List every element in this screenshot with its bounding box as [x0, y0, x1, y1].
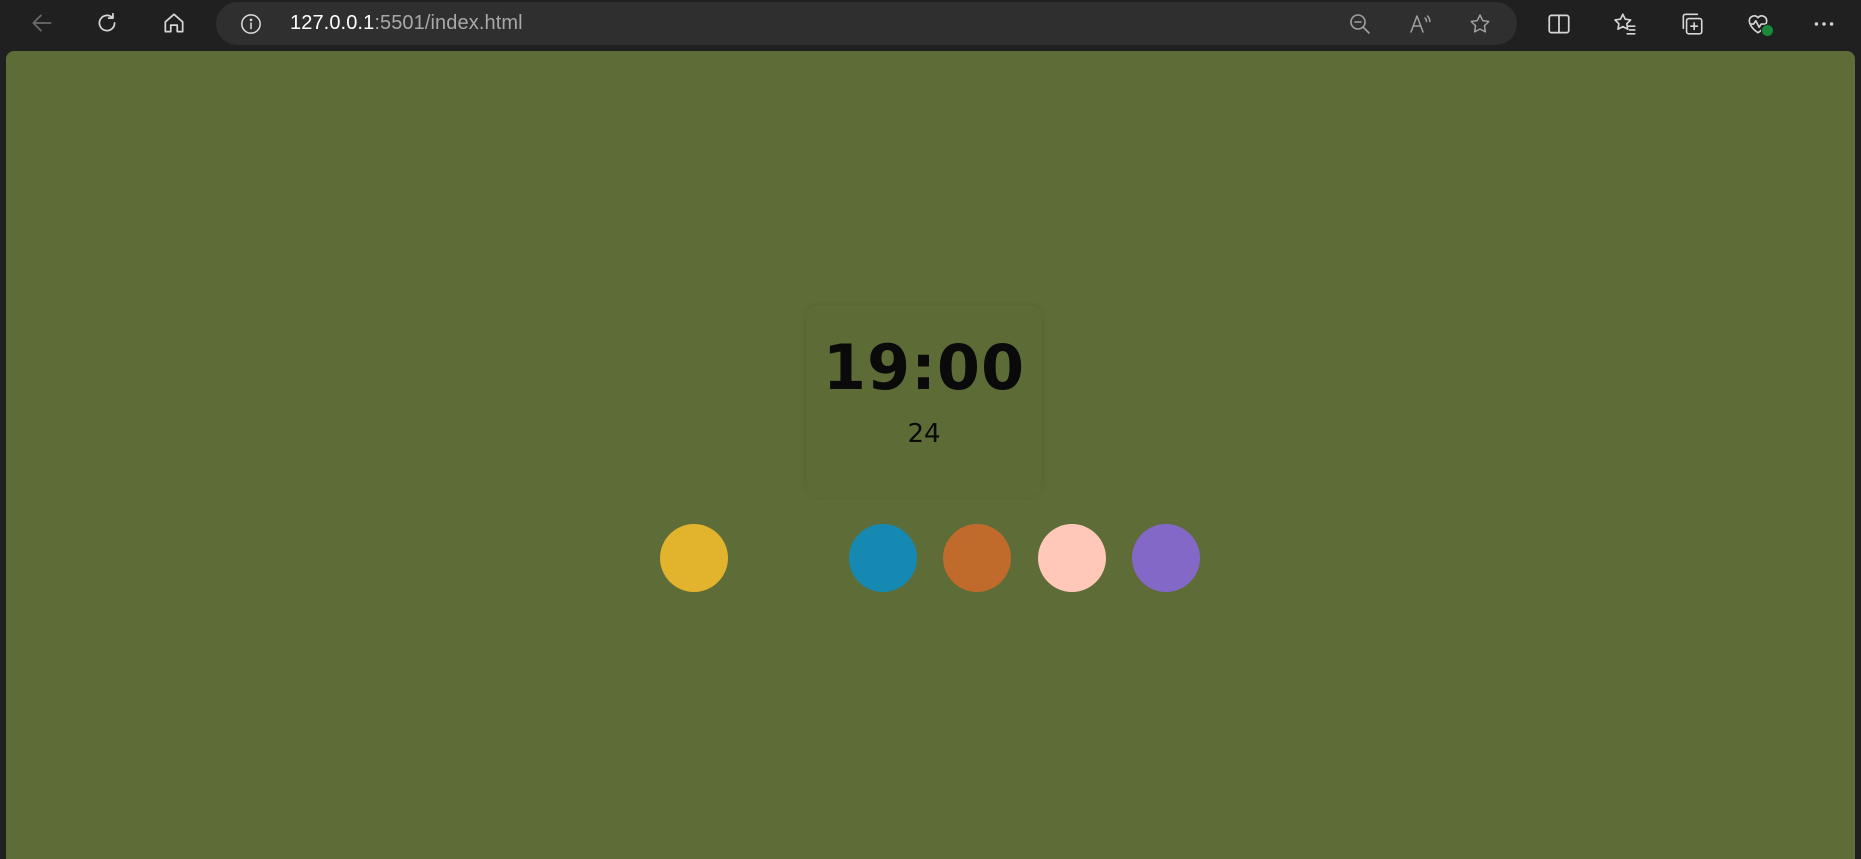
- address-bar[interactable]: 127.0.0.1:5501/index.html: [216, 2, 1517, 45]
- more-options-icon: [1814, 22, 1834, 26]
- collections-button[interactable]: [1674, 6, 1710, 42]
- favorites-button[interactable]: [1607, 6, 1643, 42]
- color-swatch[interactable]: [1038, 524, 1106, 592]
- split-screen-button[interactable]: [1541, 6, 1577, 42]
- color-swatch[interactable]: [943, 524, 1011, 592]
- refresh-button[interactable]: [90, 6, 124, 40]
- read-aloud-icon: [1410, 15, 1431, 33]
- back-button[interactable]: [25, 6, 59, 40]
- home-button[interactable]: [157, 6, 191, 40]
- read-aloud-button[interactable]: [1406, 10, 1434, 38]
- browser-toolbar: 127.0.0.1:5501/index.html: [0, 0, 1861, 46]
- status-dot: [1761, 24, 1774, 37]
- info-icon[interactable]: [240, 13, 262, 35]
- clock-card: 19:00 24: [806, 305, 1042, 497]
- add-favorite-button[interactable]: [1466, 10, 1494, 38]
- refresh-icon: [98, 12, 116, 32]
- color-swatch[interactable]: [660, 524, 728, 592]
- url-host: 127.0.0.1: [290, 12, 375, 34]
- favorites-icon: [1614, 13, 1636, 35]
- zoom-out-button[interactable]: [1346, 10, 1374, 38]
- back-arrow-icon: [32, 14, 52, 32]
- url-path: :5501/index.html: [374, 12, 523, 34]
- clock-subtitle: 24: [907, 419, 941, 449]
- color-swatch[interactable]: [849, 524, 917, 592]
- color-swatch[interactable]: [1132, 524, 1200, 592]
- collections-icon: [1682, 13, 1703, 35]
- zoom-out-icon: [1350, 14, 1370, 34]
- clock-time: 19:00: [822, 331, 1026, 404]
- color-swatch[interactable]: [755, 524, 823, 592]
- favorite-star-icon: [1470, 14, 1490, 33]
- split-screen-icon: [1548, 14, 1570, 34]
- browser-essentials-button[interactable]: [1740, 6, 1776, 42]
- url-text[interactable]: 127.0.0.1:5501/index.html: [290, 12, 523, 35]
- more-options-button[interactable]: [1806, 6, 1842, 42]
- home-icon: [164, 13, 184, 33]
